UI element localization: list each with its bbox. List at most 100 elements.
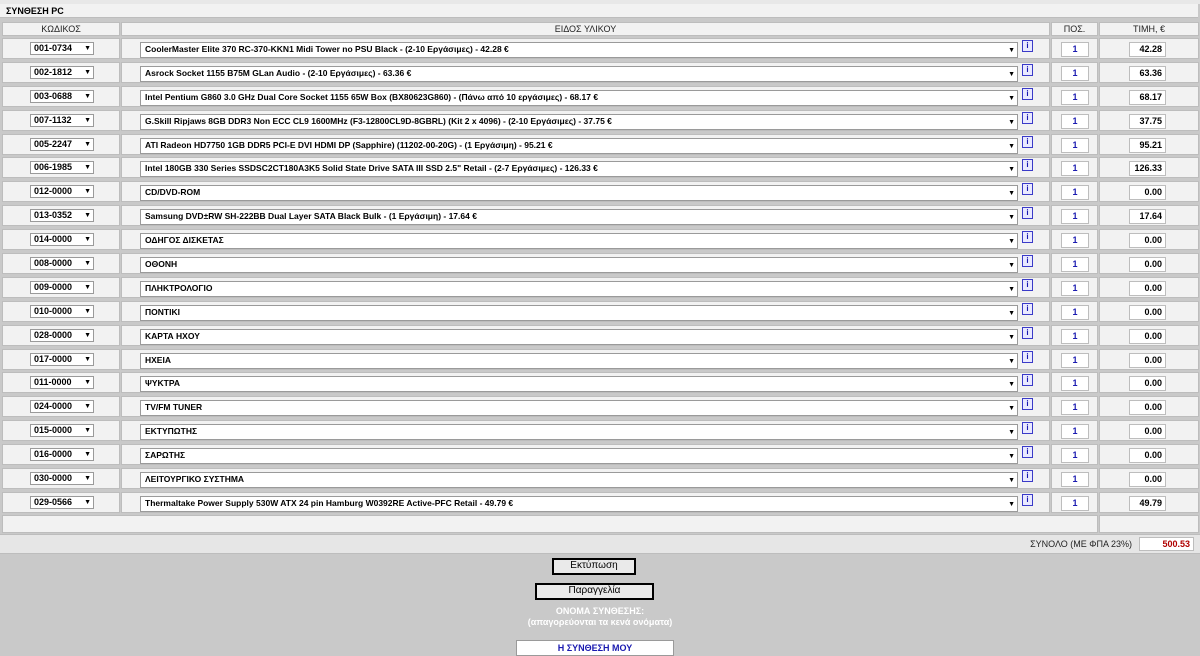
code-select[interactable]: 009-0000 ▼ [30,280,94,294]
code-select[interactable]: 010-0000 ▼ [30,304,94,318]
code-select[interactable]: 007-1132 ▼ [30,113,94,127]
info-icon[interactable]: i [1022,231,1033,244]
info-icon[interactable]: i [1022,326,1033,339]
item-select[interactable]: CD/DVD-ROM ▼ [140,185,1018,202]
info-icon[interactable]: i [1022,398,1033,411]
price-field: 63.36 [1129,65,1166,81]
quantity-input[interactable]: 1 [1061,209,1089,225]
item-select[interactable]: ΗΧΕΙΑ ▼ [140,352,1018,369]
quantity-input[interactable]: 1 [1061,472,1089,488]
item-select[interactable]: Intel Pentium G860 3.0 GHz Dual Core Soc… [140,89,1018,106]
code-value: 010-0000 [34,305,73,316]
price-cell: 0.00 [1099,348,1199,370]
code-select[interactable]: 030-0000 ▼ [30,472,94,486]
item-select[interactable]: ΟΔΗΓΟΣ ΔΙΣΚΕΤΑΣ ▼ [140,233,1018,250]
item-value: ΚΑΡΤΑ ΗΧΟΥ [145,330,200,341]
chevron-down-icon: ▼ [84,45,91,52]
print-button[interactable]: Εκτύπωση [552,558,636,575]
code-select[interactable]: 015-0000 ▼ [30,424,94,438]
info-icon[interactable]: i [1022,302,1033,315]
info-icon[interactable]: i [1022,470,1033,483]
item-select[interactable]: Thermaltake Power Supply 530W ATX 24 pin… [140,495,1018,512]
quantity-input[interactable]: 1 [1061,448,1089,464]
code-value: 017-0000 [34,353,73,364]
code-select[interactable]: 008-0000 ▼ [30,257,94,271]
item-select[interactable]: ATI Radeon HD7750 1GB DDR5 PCI-E DVI HDM… [140,137,1018,154]
quantity-input[interactable]: 1 [1061,89,1089,105]
item-cell: Asrock Socket 1155 B75M GLan Audio - (2-… [121,61,1050,83]
quantity-input[interactable]: 1 [1061,328,1089,344]
info-icon[interactable]: i [1022,446,1033,459]
chevron-down-icon: ▼ [1008,238,1015,246]
table-row: 006-1985 ▼ Intel 180GB 330 Series SSDSC2… [0,156,1200,180]
item-select[interactable]: ΕΚΤΥΠΩΤΗΣ ▼ [140,424,1018,441]
code-select[interactable]: 002-1812 ▼ [30,65,94,79]
item-select[interactable]: ΣΑΡΩΤΗΣ ▼ [140,448,1018,465]
info-icon[interactable]: i [1022,63,1033,76]
quantity-input[interactable]: 1 [1061,65,1089,81]
code-select[interactable]: 014-0000 ▼ [30,233,94,247]
composition-name-label: ΟΝΟΜΑ ΣΥΝΘΕΣΗΣ: (απαγορεύονται τα κενά ο… [420,606,780,628]
code-select[interactable]: 024-0000 ▼ [30,400,94,414]
code-select[interactable]: 016-0000 ▼ [30,448,94,462]
quantity-input[interactable]: 1 [1061,400,1089,416]
code-cell: 029-0566 ▼ [2,491,120,513]
info-icon[interactable]: i [1022,422,1033,435]
table-row: 024-0000 ▼ TV/FM TUNER ▼ i 1 0.00 [0,395,1200,419]
price-cell: 95.21 [1099,133,1199,155]
quantity-input[interactable]: 1 [1061,257,1089,273]
info-icon[interactable]: i [1022,278,1033,291]
chevron-down-icon: ▼ [84,475,91,483]
quantity-input[interactable]: 1 [1061,280,1089,296]
info-icon[interactable]: i [1022,350,1033,363]
code-select[interactable]: 013-0352 ▼ [30,209,94,223]
item-select[interactable]: ΟΘΟΝΗ ▼ [140,257,1018,274]
info-icon[interactable]: i [1022,135,1033,148]
item-select[interactable]: Asrock Socket 1155 B75M GLan Audio - (2-… [140,65,1018,82]
info-icon[interactable]: i [1022,87,1033,100]
info-icon[interactable]: i [1022,159,1033,172]
quantity-input[interactable]: 1 [1061,185,1089,201]
quantity-input[interactable]: 1 [1061,376,1089,392]
info-icon[interactable]: i [1022,255,1033,268]
item-select[interactable]: Intel 180GB 330 Series SSDSC2CT180A3K5 S… [140,161,1018,178]
code-select[interactable]: 017-0000 ▼ [30,352,94,366]
item-select[interactable]: CoolerMaster Elite 370 RC-370-KKN1 Midi … [140,42,1018,58]
item-select[interactable]: ΚΑΡΤΑ ΗΧΟΥ ▼ [140,328,1018,345]
quantity-input[interactable]: 1 [1061,304,1089,320]
item-select[interactable]: ΛΕΙΤΟΥΡΓΙΚΟ ΣΥΣΤΗΜΑ ▼ [140,472,1018,489]
item-value: ΠΛΗΚΤΡΟΛΟΓΙΟ [145,282,213,293]
item-select[interactable]: G.Skill Ripjaws 8GB DDR3 Non ECC CL9 160… [140,113,1018,130]
quantity-input[interactable]: 1 [1061,113,1089,129]
item-select[interactable]: TV/FM TUNER ▼ [140,400,1018,417]
quantity-input[interactable]: 1 [1061,161,1089,177]
info-icon[interactable]: i [1022,40,1033,52]
chevron-down-icon: ▼ [1008,381,1015,389]
item-select[interactable]: ΨΥΚΤΡΑ ▼ [140,376,1018,393]
code-select[interactable]: 011-0000 ▼ [30,376,94,390]
code-select[interactable]: 005-2247 ▼ [30,137,94,151]
item-select[interactable]: Samsung DVD±RW SH-222BB Dual Layer SATA … [140,209,1018,226]
item-select[interactable]: ΠΛΗΚΤΡΟΛΟΓΙΟ ▼ [140,280,1018,297]
info-icon[interactable]: i [1022,493,1033,506]
code-select[interactable]: 028-0000 ▼ [30,328,94,342]
info-icon[interactable]: i [1022,111,1033,124]
info-icon[interactable]: i [1022,207,1033,220]
quantity-input[interactable]: 1 [1061,42,1089,57]
code-select[interactable]: 003-0688 ▼ [30,89,94,103]
item-select[interactable]: ΠΟΝΤΙΚΙ ▼ [140,304,1018,321]
code-select[interactable]: 001-0734 ▼ [30,42,94,55]
order-button[interactable]: Παραγγελία [535,583,654,600]
code-select[interactable]: 029-0566 ▼ [30,495,94,509]
quantity-input[interactable]: 1 [1061,233,1089,249]
item-cell: TV/FM TUNER ▼ i [121,396,1050,418]
quantity-input[interactable]: 1 [1061,424,1089,440]
quantity-input[interactable]: 1 [1061,352,1089,368]
price-cell: 0.00 [1099,181,1199,203]
quantity-input[interactable]: 1 [1061,137,1089,153]
code-select[interactable]: 006-1985 ▼ [30,161,94,175]
code-select[interactable]: 012-0000 ▼ [30,185,94,199]
quantity-input[interactable]: 1 [1061,495,1089,511]
info-icon[interactable]: i [1022,183,1033,196]
info-icon[interactable]: i [1022,374,1033,387]
